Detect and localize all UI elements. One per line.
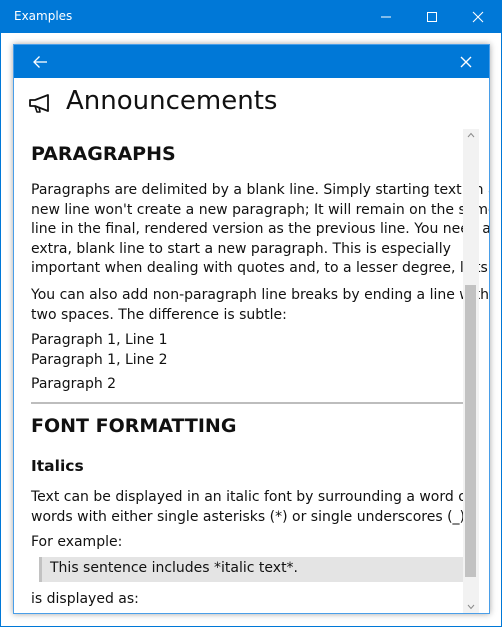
window-close-button[interactable] — [455, 1, 501, 33]
paragraph-6: For example: — [31, 534, 123, 550]
paragraph-line: two spaces. The difference is subtle: — [31, 306, 287, 323]
paragraph-4: Paragraph 2 — [31, 376, 117, 392]
paragraph-line: words with either single asterisks (*) o… — [31, 508, 470, 525]
paragraph-5: Text can be displayed in an italic font … — [31, 488, 473, 527]
section-heading-paragraphs: PARAGRAPHS — [31, 143, 176, 165]
back-button[interactable] — [22, 49, 58, 75]
scroll-up-button[interactable] — [463, 129, 479, 141]
dialog-close-button[interactable] — [450, 49, 482, 75]
close-icon — [460, 56, 472, 68]
paragraph-line: Text can be displayed in an italic font … — [31, 489, 473, 505]
subsection-heading-italics: Italics — [31, 457, 84, 475]
quote-text: This sentence includes *italic text*. — [50, 560, 299, 576]
close-icon — [472, 11, 484, 23]
chevron-up-icon — [467, 132, 475, 138]
paragraph-3: Paragraph 1, Line 1 Paragraph 1, Line 2 — [31, 331, 467, 370]
page-title: Announcements — [66, 86, 278, 116]
paragraph-line: important when dealing with quotes and, … — [31, 260, 489, 277]
paragraph-7: is displayed as: — [31, 591, 139, 607]
paragraph-line: extra, blank line to start a new paragra… — [31, 240, 451, 257]
vertical-scrollbar[interactable] — [463, 129, 479, 613]
paragraph-line: Paragraph 1, Line 2 — [31, 351, 168, 368]
megaphone-icon — [29, 94, 49, 113]
scroll-down-button[interactable] — [463, 601, 479, 613]
paragraph-line: You can also add non-paragraph line brea… — [31, 287, 489, 303]
dialog-bar — [14, 45, 489, 78]
title-bar[interactable]: Examples — [1, 1, 501, 33]
minimize-button[interactable] — [363, 1, 409, 33]
paragraph-2: You can also add non-paragraph line brea… — [31, 286, 489, 325]
paragraph-line: new line won't create a new paragraph; I… — [31, 201, 489, 218]
paragraph-line: line in the final, rendered version as t… — [31, 221, 489, 238]
horizontal-rule — [31, 402, 467, 404]
announcements-dialog: Announcements PARAGRAPHS Paragraphs are … — [13, 44, 490, 614]
paragraph-line: Paragraph 1, Line 1 — [31, 332, 168, 348]
paragraph-1: Paragraphs are delimited by a blank line… — [31, 181, 489, 279]
maximize-button[interactable] — [409, 1, 455, 33]
content-scroll-area[interactable]: PARAGRAPHS Paragraphs are delimited by a… — [14, 129, 489, 613]
window-title: Examples — [14, 9, 73, 23]
scrollbar-thumb[interactable] — [465, 285, 476, 577]
app-window: Examples Announcements PARAGRAPHS Paragr… — [0, 0, 502, 627]
maximize-icon — [427, 12, 437, 22]
minimize-icon — [381, 16, 391, 18]
paragraph-line: Paragraphs are delimited by a blank line… — [31, 182, 489, 198]
section-heading-font-formatting: FONT FORMATTING — [31, 415, 237, 437]
chevron-down-icon — [467, 604, 475, 610]
back-arrow-icon — [33, 56, 47, 68]
page-header: Announcements — [14, 79, 489, 129]
code-quote-block: This sentence includes *italic text*. — [39, 557, 467, 582]
